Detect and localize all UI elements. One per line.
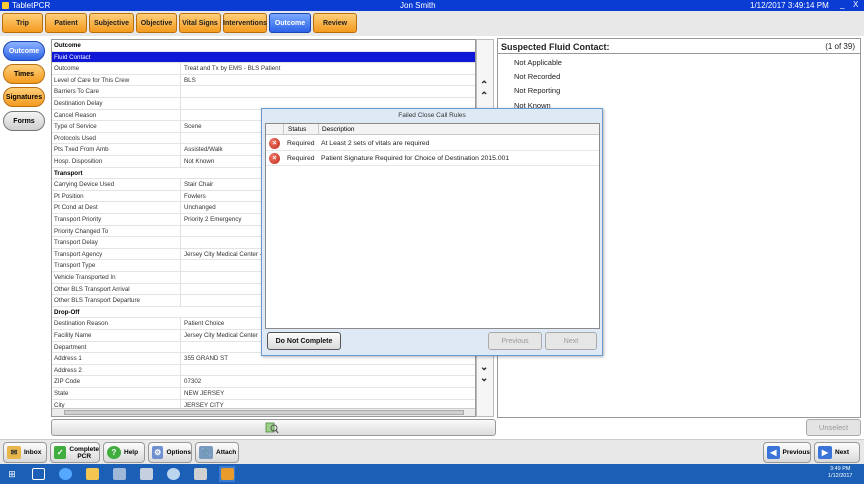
bottom-toolbar: ✉ Inbox ✓ Complete PCR ? Help ⚙ Options 📎…	[0, 439, 864, 464]
tab-review[interactable]: Review	[313, 13, 357, 33]
row-description: At Least 2 sets of vitals are required	[321, 140, 430, 147]
os-taskbar: ⊞ 3:49 PM 1/12/2017	[0, 464, 864, 484]
start-windows-icon[interactable]: ⊞	[4, 466, 20, 482]
form-horizontal-scrollbar[interactable]	[52, 408, 475, 416]
tabletpcr-task-icon[interactable]	[219, 466, 235, 482]
panel-title: Suspected Fluid Contact:	[501, 42, 610, 52]
tab-interventions[interactable]: Interventions	[223, 13, 267, 33]
list-item[interactable]: Not Recorded	[514, 72, 560, 81]
complete-pcr-button[interactable]: ✓ Complete PCR	[50, 442, 100, 463]
close-button[interactable]: X	[853, 0, 858, 9]
form-row[interactable]: Level of Care for This Crew BLS	[52, 74, 475, 87]
dialog-previous-button[interactable]: Previous	[488, 332, 542, 350]
rules-table: Status Description × Required At Least 2…	[265, 123, 600, 329]
row-status: Required	[287, 155, 315, 162]
dialog-next-button[interactable]: Next	[545, 332, 597, 350]
tab-objective[interactable]: Objective	[136, 13, 177, 33]
col-description: Description	[322, 126, 355, 133]
arrow-right-icon: ▶	[818, 446, 832, 459]
table-row[interactable]: × Required At Least 2 sets of vitals are…	[266, 136, 599, 151]
dialog-title: Failed Close Call Rules	[398, 112, 466, 119]
scroll-thumb[interactable]	[64, 410, 464, 415]
list-item[interactable]: Not Applicable	[514, 58, 562, 67]
network-icon[interactable]	[111, 466, 127, 482]
form-row-fluid-contact[interactable]: Fluid Contact	[52, 51, 475, 64]
inbox-icon: ✉	[7, 446, 21, 459]
tab-trip[interactable]: Trip	[2, 13, 43, 33]
form-row[interactable]: State NEW JERSEY	[52, 388, 475, 400]
inbox-label: Inbox	[24, 449, 42, 456]
tab-outcome[interactable]: Outcome	[269, 13, 311, 33]
search-list-icon[interactable]	[265, 422, 279, 434]
folder-icon[interactable]	[84, 466, 100, 482]
rules-table-header: Status Description	[266, 124, 599, 135]
inbox-button[interactable]: ✉ Inbox	[3, 442, 47, 463]
help-button[interactable]: ? Help	[103, 442, 145, 463]
form-row[interactable]: Address 2	[52, 364, 475, 377]
form-row[interactable]: Barriers To Care	[52, 86, 475, 98]
failed-close-call-rules-dialog: Failed Close Call Rules Status Descripti…	[261, 108, 603, 356]
attach-button[interactable]: 📎 Attach	[195, 442, 239, 463]
form-row[interactable]: Outcome Treat and Tx by EMS - BLS Patient	[52, 63, 475, 75]
arrow-left-icon: ◀	[767, 446, 780, 459]
gear-icon: ⚙	[152, 446, 164, 459]
tab-subjective[interactable]: Subjective	[89, 13, 134, 33]
side-outcome-button[interactable]: Outcome	[3, 41, 45, 61]
check-icon: ✓	[54, 446, 67, 459]
error-icon: ×	[269, 138, 280, 149]
table-row[interactable]: × Required Patient Signature Required fo…	[266, 151, 599, 166]
previous-label: Previous	[782, 449, 810, 456]
help-icon: ?	[107, 446, 121, 459]
app-icon	[2, 2, 9, 9]
user-name: Jon Smith	[400, 1, 436, 10]
unselect-button[interactable]: Unselect	[806, 419, 861, 436]
magnifier-icon[interactable]	[165, 466, 181, 482]
error-icon: ×	[269, 153, 280, 164]
scroll-up-icon[interactable]: ⌃ ⌃	[480, 80, 488, 102]
col-status: Status	[288, 126, 307, 133]
panel-count: (1 of 39)	[825, 42, 855, 51]
ie-icon[interactable]	[57, 466, 73, 482]
complete-pcr-label: Complete PCR	[69, 445, 99, 460]
tab-patient[interactable]: Patient	[45, 13, 87, 33]
do-not-complete-button[interactable]: Do Not Complete	[267, 332, 341, 350]
row-description: Patient Signature Required for Choice of…	[321, 155, 510, 162]
options-button[interactable]: ⚙ Options	[148, 442, 192, 463]
tab-row: Trip Patient Subjective Objective Vital …	[0, 11, 864, 36]
side-times-button[interactable]: Times	[3, 64, 45, 84]
side-forms-button[interactable]: Forms	[3, 111, 45, 131]
paperclip-icon: 📎	[199, 446, 213, 459]
previous-button[interactable]: ◀ Previous	[763, 442, 811, 463]
help-label: Help	[124, 449, 139, 456]
taskbar-clock[interactable]: 3:49 PM 1/12/2017	[828, 466, 852, 480]
side-signatures-button[interactable]: Signatures	[3, 87, 45, 107]
next-label: Next	[835, 449, 850, 456]
form-action-bar[interactable]	[51, 419, 496, 436]
attach-label: Attach	[216, 449, 237, 456]
scroll-down-icon[interactable]: ⌄ ⌄	[480, 362, 488, 384]
next-button[interactable]: ▶ Next	[814, 442, 860, 463]
row-status: Required	[287, 140, 315, 147]
title-bar: TabletPCR Jon Smith 1/12/2017 3:49:14 PM…	[0, 0, 864, 11]
tab-vital-signs[interactable]: Vital Signs	[179, 13, 221, 33]
options-label: Options	[166, 449, 191, 456]
form-row[interactable]: ZIP Code 07302	[52, 376, 475, 388]
minimize-button[interactable]: _	[840, 0, 844, 9]
form-section-header: Outcome	[52, 40, 475, 52]
app-title: TabletPCR	[12, 1, 51, 10]
list-item[interactable]: Not Reporting	[514, 86, 560, 95]
title-datetime: 1/12/2017 3:49:14 PM	[750, 1, 829, 10]
task-view-icon[interactable]	[30, 466, 46, 482]
tools-icon[interactable]	[138, 466, 154, 482]
calculator-icon[interactable]	[192, 466, 208, 482]
